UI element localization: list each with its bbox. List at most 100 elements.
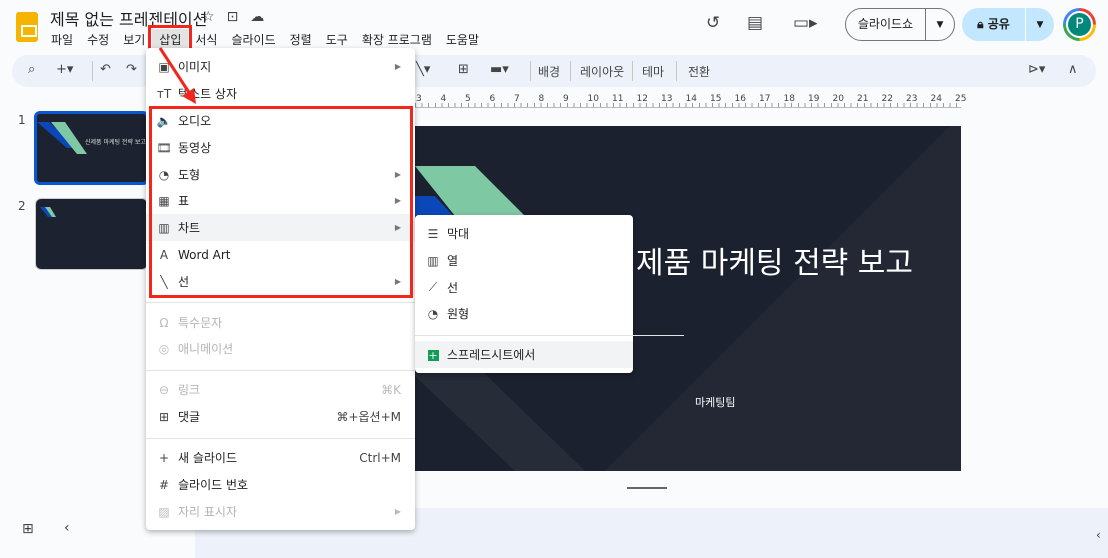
menu-divider (146, 370, 415, 371)
ruler[interactable]: 3 4 5 6 7 8 9 10 11 12 13 14 15 16 17 18 19 20 21 22 23 24 25 (415, 94, 966, 108)
ruler-tick-label: 15 (710, 94, 722, 104)
shortcut: ⌘K (381, 382, 401, 397)
side-panel-toggle-icon[interactable]: ‹ (1096, 528, 1101, 542)
new-slide-icon[interactable]: +▾ (56, 62, 73, 77)
ruler-tick-label: 23 (906, 94, 918, 104)
undo-icon[interactable]: ↶ (100, 62, 111, 77)
theme-button[interactable]: 테마 (642, 63, 664, 80)
star-icon[interactable]: ☆ (202, 9, 215, 25)
link-icon: ⊖ (158, 382, 170, 397)
ruler-tick-label: 24 (930, 94, 942, 104)
transition-button[interactable]: 전환 (688, 63, 710, 80)
document-title[interactable]: 제목 없는 프레젠테이션 (50, 6, 207, 30)
slides-logo[interactable] (16, 12, 38, 42)
slide-subtitle[interactable]: 마케팅팀 (695, 394, 735, 410)
ruler-tick-label: 19 (808, 94, 820, 104)
slide-title[interactable]: 신제품 마케팅 전략 보고 (608, 238, 913, 282)
annotation-arrow (158, 47, 196, 104)
slideshow-label[interactable]: 슬라이드쇼 (846, 9, 926, 40)
keyboard-icon[interactable]: ▬▾ (490, 62, 509, 77)
menu-item-line-chart[interactable]: ⟋ 선 (415, 274, 633, 301)
share-dropdown[interactable]: ▼ (1026, 20, 1054, 30)
menu-divider (415, 335, 684, 336)
menu-item-label: 선 (447, 281, 459, 295)
ruler-tick-label: 11 (612, 94, 624, 104)
menu-5[interactable]: 슬라이드 (224, 29, 282, 50)
menu-item-label: 특수문자 (178, 316, 223, 330)
insert-comment-icon[interactable]: ⊞ (458, 62, 469, 77)
ruler-tick-label: 5 (465, 94, 471, 104)
highlight-box (149, 106, 413, 298)
ruler-tick-label: 3 (416, 94, 422, 104)
placeholder-icon: ▨ (158, 504, 170, 519)
ruler-tick-label: 20 (832, 94, 844, 104)
menu-item-plus[interactable]: + 새 슬라이드 Ctrl+M (146, 444, 415, 471)
special-chars-icon: Ω (159, 315, 169, 330)
menu-item-comment[interactable]: ⊞ 댓글 ⌘+옵션+M (146, 403, 415, 430)
menu-item-label: 스프레드시트에서 (447, 348, 536, 362)
redo-icon[interactable]: ↷ (126, 62, 137, 77)
slide-thumbnail-1[interactable]: 신제품 마케팅 전략 보고 (34, 111, 149, 185)
collapse-toolbar-icon[interactable]: ∧ (1068, 62, 1078, 77)
menu-item-label: 슬라이드 번호 (178, 478, 249, 492)
menu-item-sheets[interactable]: + 스프레드시트에서 (415, 341, 633, 368)
menu-1[interactable]: 수정 (80, 29, 116, 50)
share-button[interactable]: 🔒︎ 공유 ▼ (962, 8, 1054, 41)
menu-9[interactable]: 도움말 (439, 29, 486, 50)
menu-2[interactable]: 보기 (116, 29, 152, 50)
menu-bar: 파일 수정 보기 삽입 서식 슬라이드 정렬 도구 확장 프로그램 도움말 (44, 25, 486, 54)
version-history-icon[interactable]: ↺ (706, 13, 720, 33)
submenu-arrow-icon: ▶ (394, 62, 401, 71)
comments-icon[interactable]: ▤ (747, 13, 763, 33)
sheets-icon: + (427, 348, 439, 362)
comment-icon: ⊞ (158, 409, 170, 424)
menu-item-link: ⊖ 링크 ⌘K (146, 376, 415, 403)
meet-icon[interactable]: ▭▸ (793, 13, 818, 33)
slideshow-dropdown[interactable]: ▼ (926, 20, 954, 30)
ruler-tick-label: 16 (734, 94, 746, 104)
grid-view-icon[interactable]: ⊞ (22, 521, 34, 537)
menu-item-animation: ◎ 애니메이션 (146, 335, 415, 362)
menu-0[interactable]: 파일 (44, 29, 80, 50)
speaker-notes-handle[interactable] (627, 487, 667, 489)
ruler-tick-label: 17 (759, 94, 771, 104)
submenu-arrow-icon: ▶ (394, 507, 401, 516)
menu-item-label: 링크 (178, 383, 201, 397)
animation-icon: ◎ (158, 341, 170, 356)
shortcut: ⌘+옵션+M (336, 410, 401, 424)
ruler-tick-label: 8 (538, 94, 545, 104)
menu-item-label: 새 슬라이드 (178, 451, 238, 465)
menu-item-pie-chart[interactable]: ◔ 원형 (415, 300, 633, 327)
line-tool-icon[interactable]: ╲▾ (416, 62, 430, 77)
menu-6[interactable]: 정렬 (283, 29, 319, 50)
menu-item-hash[interactable]: # 슬라이드 번호 (146, 471, 415, 498)
hash-icon: # (158, 477, 170, 492)
ruler-tick-label: 18 (783, 94, 795, 104)
menu-8[interactable]: 확장 프로그램 (355, 29, 439, 50)
menu-item-column-chart[interactable]: ▥ 열 (415, 247, 633, 274)
avatar[interactable]: P (1063, 8, 1096, 41)
background-button[interactable]: 배경 (538, 63, 560, 80)
column-chart-icon: ▥ (427, 253, 439, 268)
menu-item-placeholder: ▨ 자리 표시자 ▶ (146, 498, 415, 525)
slideshow-button[interactable]: 슬라이드쇼 ▼ (845, 8, 955, 41)
slide-number: 2 (18, 199, 26, 213)
collapse-panel-icon[interactable]: ‹ (64, 520, 70, 536)
select-tool-icon[interactable]: ⊳▾ (1028, 62, 1045, 77)
ruler-tick-label: 10 (587, 94, 599, 104)
menu-item-label: 열 (447, 254, 459, 268)
layout-button[interactable]: 레이아웃 (580, 63, 624, 80)
menu-item-label: 막대 (447, 227, 470, 241)
share-label[interactable]: 🔒︎ 공유 (962, 8, 1026, 41)
menu-item-bar-chart[interactable]: ☰ 막대 (415, 220, 633, 247)
cloud-saved-icon[interactable]: ☁ (250, 9, 264, 25)
slide-thumbnail-2[interactable] (35, 198, 148, 270)
ruler-tick-label: 6 (489, 94, 496, 104)
menu-divider (146, 302, 415, 303)
ruler-tick-label: 7 (514, 94, 520, 104)
search-icon[interactable]: ⌕ (28, 62, 35, 77)
move-to-folder-icon[interactable]: ⊡ (227, 9, 239, 25)
menu-item-special-chars: Ω 특수문자 (146, 309, 415, 336)
ruler-tick-label: 9 (563, 94, 569, 104)
menu-7[interactable]: 도구 (319, 29, 355, 50)
